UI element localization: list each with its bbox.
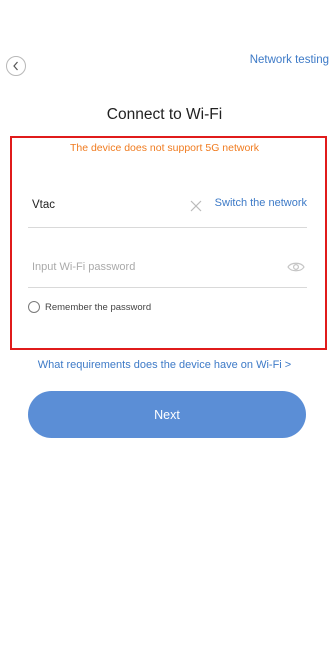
page-title: Connect to Wi-Fi — [106, 106, 223, 123]
wifi-ssid-field[interactable]: Vtac Switch the network — [28, 194, 307, 218]
radio-button[interactable] — [28, 301, 40, 313]
close-icon[interactable] — [189, 199, 203, 213]
remember-password-toggle[interactable]: Remember the password — [28, 299, 151, 315]
next-button[interactable]: Next — [28, 391, 306, 438]
chevron-left-icon — [13, 61, 18, 71]
wifi-requirements-link[interactable]: What requirements does the device have o… — [0, 359, 329, 371]
divider — [28, 287, 307, 288]
divider — [28, 227, 307, 228]
switch-network-link[interactable]: Switch the network — [215, 197, 307, 209]
remember-password-label: Remember the password — [45, 301, 152, 313]
highlight-box — [10, 136, 327, 350]
warning-message: The device does not support 5G network — [69, 142, 260, 154]
back-button[interactable] — [6, 56, 26, 76]
eye-icon[interactable] — [287, 261, 305, 273]
network-testing-link[interactable]: Network testing — [250, 54, 329, 66]
wifi-password-input[interactable] — [28, 257, 272, 277]
wifi-ssid-value: Vtac — [32, 199, 56, 211]
